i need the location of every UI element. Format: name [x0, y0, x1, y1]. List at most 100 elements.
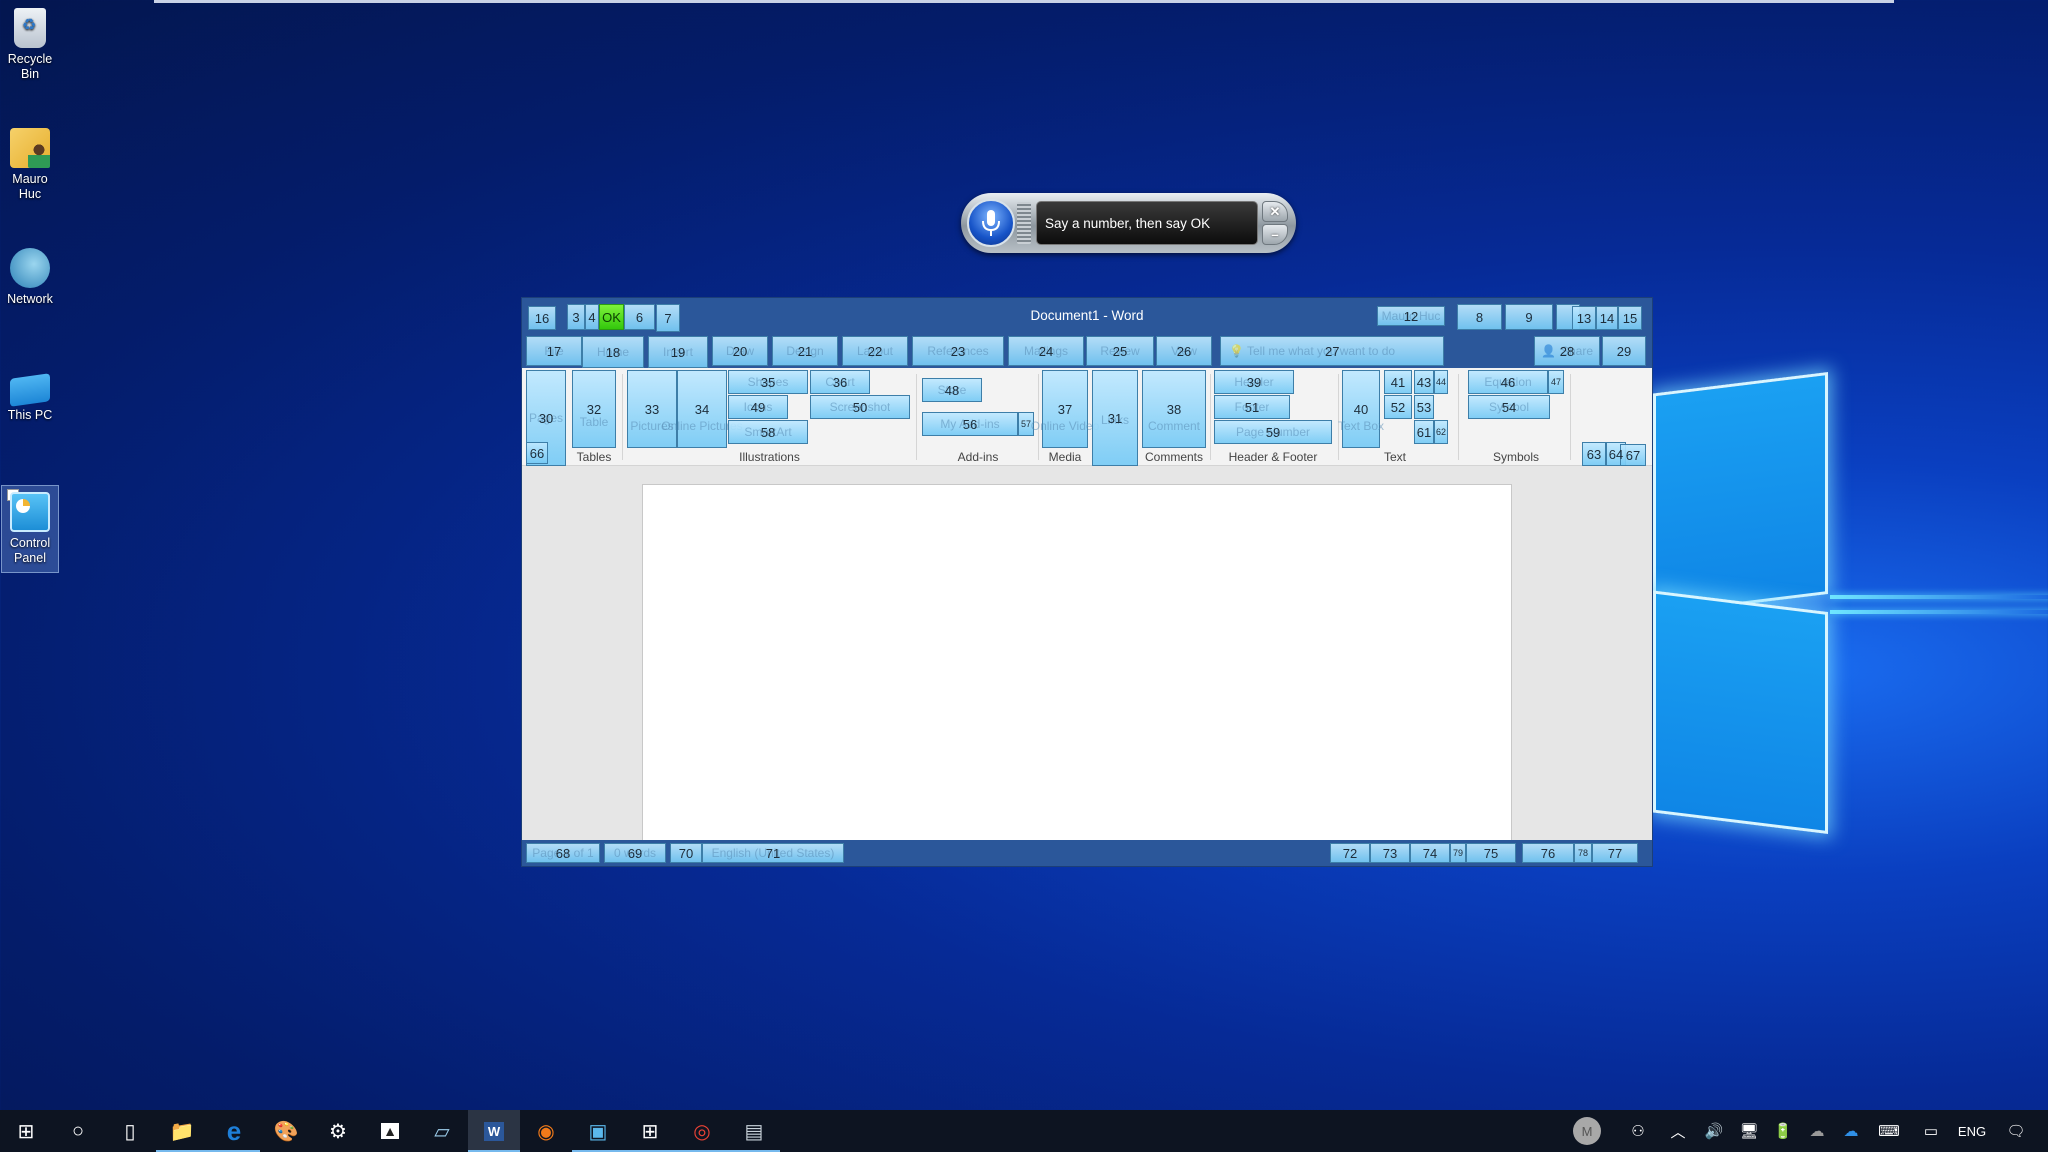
tab-view[interactable]: View 26: [1156, 336, 1212, 366]
qat-tag-4[interactable]: 4: [585, 304, 599, 330]
task-view-button[interactable]: ▯: [104, 1110, 156, 1152]
taskbar-file-explorer[interactable]: 📁: [156, 1110, 208, 1152]
minimize-tag-9[interactable]: 9: [1505, 304, 1553, 330]
chart-button[interactable]: Chart 36: [810, 370, 870, 394]
user-avatar[interactable]: M: [1572, 1110, 1602, 1152]
ok-tag[interactable]: OK: [599, 304, 624, 330]
tag-62[interactable]: 62: [1434, 420, 1448, 444]
symbol-button[interactable]: Symbol 54: [1468, 395, 1550, 419]
status-tag-73[interactable]: 73: [1370, 843, 1410, 863]
table-button[interactable]: Table 32: [572, 370, 616, 448]
taskbar-paint[interactable]: 🎨: [260, 1110, 312, 1152]
taskbar-notepad[interactable]: ▱: [416, 1110, 468, 1152]
equation-dropdown[interactable]: 47: [1548, 370, 1564, 394]
taskbar-photos[interactable]: ▲: [364, 1110, 416, 1152]
comments-button[interactable]: 29: [1602, 336, 1646, 366]
word-count-status[interactable]: 0 words 69: [604, 843, 666, 863]
taskbar-firefox[interactable]: ◉: [520, 1110, 572, 1152]
tag-63[interactable]: 63: [1582, 442, 1606, 466]
touch-keyboard-icon[interactable]: ⌨: [1874, 1110, 1904, 1152]
equation-button[interactable]: Equation 46: [1468, 370, 1548, 394]
tag-61[interactable]: 61: [1414, 420, 1434, 444]
tab-insert[interactable]: Insert 19: [648, 336, 708, 368]
volume-icon[interactable]: 🔊: [1700, 1110, 1728, 1152]
wordart-button[interactable]: 52: [1384, 395, 1412, 419]
taskbar-word[interactable]: W: [468, 1110, 520, 1152]
ribbon-options-tag-8[interactable]: 8: [1457, 304, 1502, 330]
taskbar-task-manager[interactable]: ▤: [728, 1110, 780, 1152]
my-addins-button[interactable]: My Add-ins 56: [922, 412, 1018, 436]
status-tag-78[interactable]: 78: [1574, 843, 1592, 863]
zoom-slider-tag-75[interactable]: 75: [1466, 843, 1516, 863]
battery-icon[interactable]: 🔋: [1770, 1110, 1796, 1152]
desktop-icon-user-folder[interactable]: Mauro Huc: [2, 128, 58, 202]
header-button[interactable]: Header 39: [1214, 370, 1294, 394]
taskbar-edge[interactable]: e: [208, 1110, 260, 1152]
pictures-button[interactable]: Pictures 33: [627, 370, 677, 448]
page-count-status[interactable]: Page 1 of 1 68: [526, 843, 600, 863]
tab-file[interactable]: File 17: [526, 336, 582, 366]
qat-tag-7[interactable]: 7: [656, 304, 680, 332]
shapes-button[interactable]: Shapes 35: [728, 370, 808, 394]
document-page[interactable]: [642, 484, 1512, 844]
tab-design[interactable]: Design 21: [772, 336, 838, 366]
icons-button[interactable]: Icons 49: [728, 395, 788, 419]
status-tag-79[interactable]: 79: [1450, 843, 1466, 863]
tab-mailings[interactable]: Mailings 24: [1008, 336, 1084, 366]
status-tag-72[interactable]: 72: [1330, 843, 1370, 863]
people-icon[interactable]: ⚇: [1624, 1110, 1652, 1152]
qat-tag-6[interactable]: 6: [624, 304, 655, 330]
links-button[interactable]: Links 31: [1092, 370, 1138, 466]
tag-14[interactable]: 14: [1596, 306, 1618, 330]
tag-66[interactable]: 66: [526, 442, 548, 464]
screenshot-button[interactable]: Screenshot 50: [810, 395, 910, 419]
language-indicator[interactable]: ENG: [1954, 1110, 1990, 1152]
network-status-icon[interactable]: 🖥: [1736, 1110, 1762, 1152]
onedrive-blue-icon[interactable]: ☁: [1838, 1110, 1864, 1152]
desktop-icon-recycle-bin[interactable]: Recycle Bin: [2, 8, 58, 82]
close-button[interactable]: ✕: [1262, 201, 1288, 222]
zoom-slider-tag-76[interactable]: 76: [1522, 843, 1574, 863]
desktop-icon-network[interactable]: Network: [2, 248, 58, 307]
tab-references[interactable]: References 23: [912, 336, 1004, 366]
action-center-icon[interactable]: 🗨: [2002, 1110, 2030, 1152]
search-button[interactable]: ○: [52, 1110, 104, 1152]
online-pictures-button[interactable]: Online Pictures 34: [661, 370, 743, 448]
new-comment-button[interactable]: Comment 38: [1142, 370, 1206, 448]
smartart-button[interactable]: SmartArt 58: [728, 420, 808, 444]
tab-layout[interactable]: Layout 22: [842, 336, 908, 366]
show-hidden-icons-chevron-icon[interactable]: ︿: [1666, 1110, 1690, 1152]
text-box-button[interactable]: Text Box 40: [1338, 370, 1384, 448]
onedrive-grey-icon[interactable]: ☁: [1804, 1110, 1830, 1152]
status-tag-74[interactable]: 74: [1410, 843, 1450, 863]
quick-parts-button[interactable]: 41: [1384, 370, 1412, 394]
tag-13[interactable]: 13: [1572, 306, 1596, 330]
taskbar-store[interactable]: ⊞: [624, 1110, 676, 1152]
tag-15[interactable]: 15: [1618, 306, 1642, 330]
tell-me-search[interactable]: 💡 Tell me what you want to do 27: [1220, 336, 1444, 366]
tab-home[interactable]: Home 18: [582, 336, 644, 368]
tab-draw[interactable]: Draw 20: [712, 336, 768, 366]
desktop-icon-control-panel[interactable]: Control Panel: [1, 485, 59, 573]
zoom-level-tag-77[interactable]: 77: [1592, 843, 1638, 863]
language-status[interactable]: English (United States) 71: [702, 843, 844, 863]
page-number-button[interactable]: Page Number 59: [1214, 420, 1332, 444]
taskbar-control-panel[interactable]: ▣: [572, 1110, 624, 1152]
tab-review[interactable]: Review 25: [1086, 336, 1154, 366]
qat-tag-3[interactable]: 3: [567, 304, 585, 330]
proofing-status[interactable]: 70: [670, 843, 702, 863]
tag-53[interactable]: 53: [1414, 395, 1434, 419]
desktop-icon-this-pc[interactable]: This PC: [2, 370, 58, 423]
account-tag-12[interactable]: Mauro Huc 12: [1377, 306, 1445, 326]
taskbar-settings[interactable]: ⚙: [312, 1110, 364, 1152]
microphone-button[interactable]: [967, 199, 1015, 247]
share-button[interactable]: 👤 Share 28: [1534, 336, 1600, 366]
qat-tag-16[interactable]: 16: [528, 306, 556, 330]
tag-43[interactable]: 43: [1414, 370, 1434, 394]
start-button[interactable]: ⊞: [0, 1110, 52, 1152]
footer-button[interactable]: Footer 51: [1214, 395, 1290, 419]
online-video-button[interactable]: Online Video 37: [1031, 370, 1099, 448]
taskbar-chrome[interactable]: ◎: [676, 1110, 728, 1152]
minimize-button[interactable]: –: [1262, 224, 1288, 245]
collapse-ribbon-tag-67[interactable]: 67: [1620, 444, 1646, 466]
